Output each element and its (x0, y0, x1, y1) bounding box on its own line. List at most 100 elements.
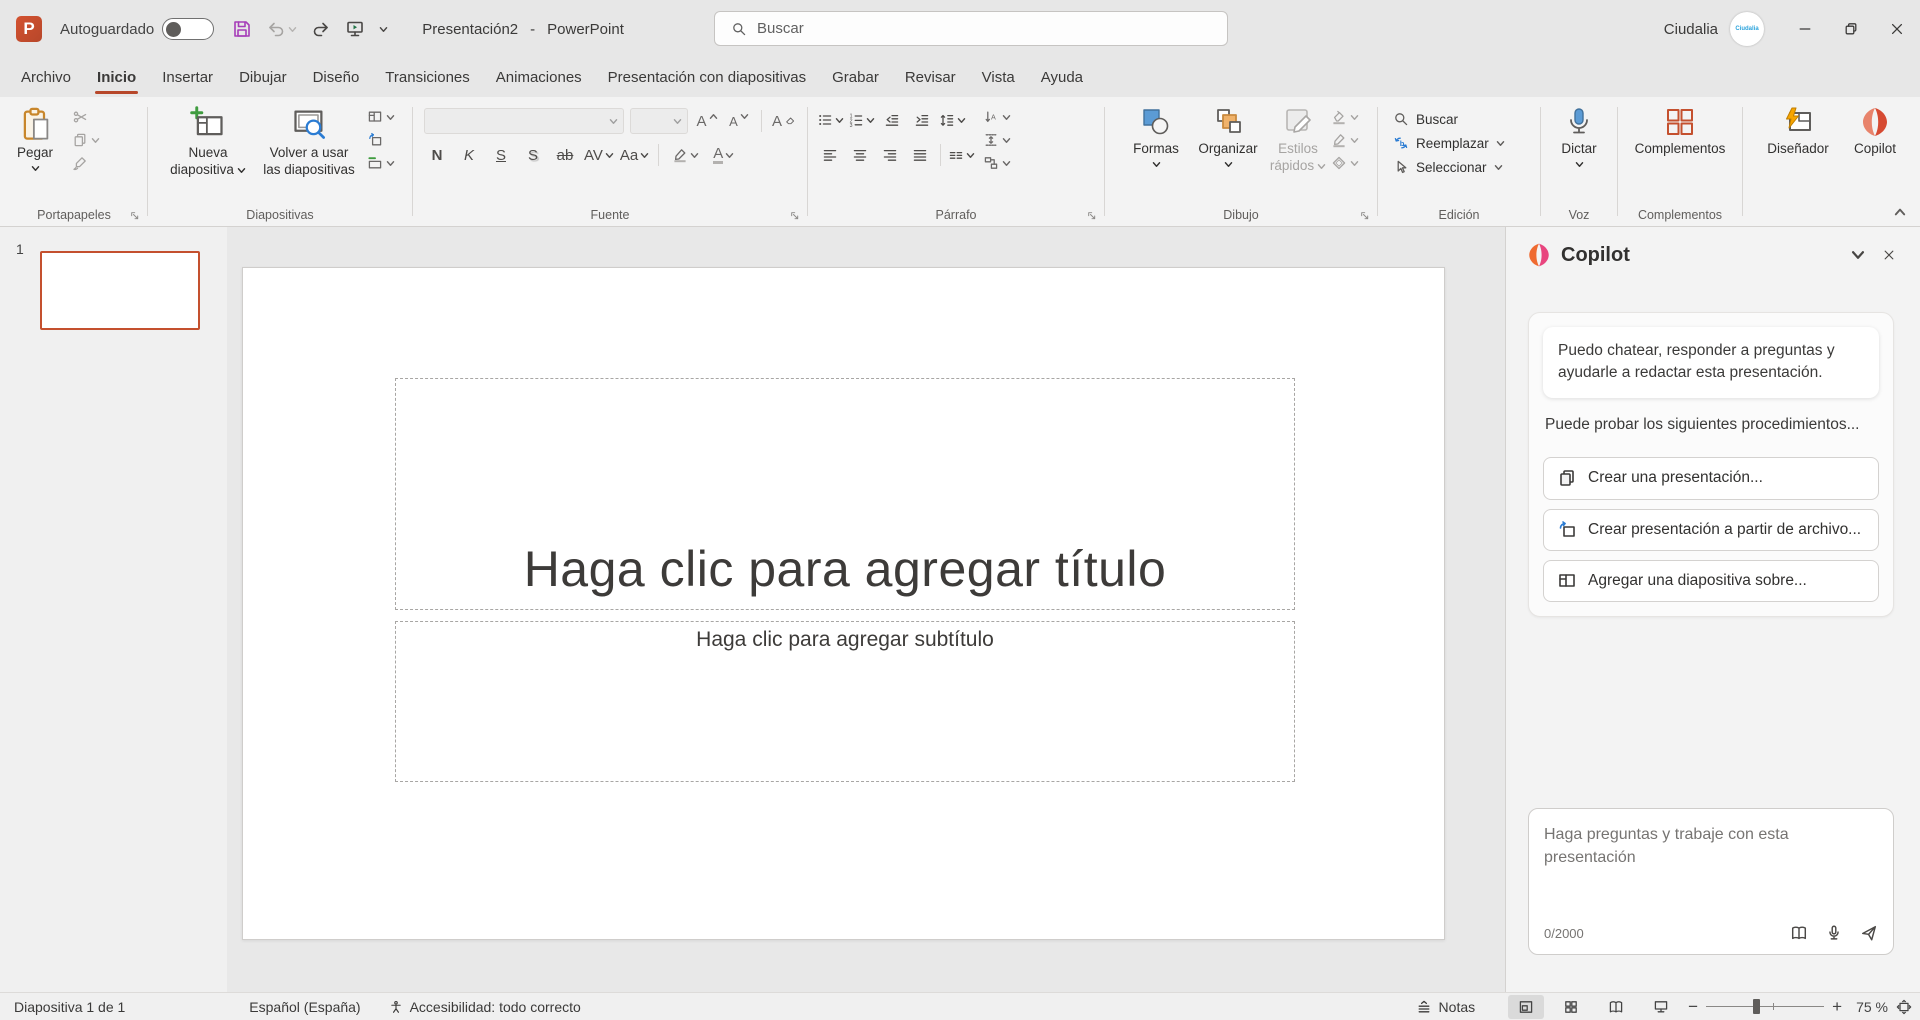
undo-button[interactable] (266, 19, 297, 39)
copilot-button[interactable]: Copilot (1844, 99, 1906, 158)
slide-thumbnail[interactable] (40, 251, 200, 330)
prompt-guide-button[interactable] (1790, 924, 1808, 942)
character-spacing-button[interactable]: AV (584, 143, 614, 167)
increase-font-size-button[interactable]: A (694, 109, 720, 133)
shape-outline-button[interactable] (1331, 132, 1359, 148)
reset-slide-button[interactable] (367, 132, 395, 148)
designer-button[interactable]: Diseñador (1756, 99, 1840, 158)
bullets-button[interactable] (817, 108, 844, 132)
collapse-ribbon-button[interactable] (1894, 206, 1906, 218)
copy-button[interactable] (72, 132, 100, 148)
title-placeholder[interactable]: Haga clic para agregar título (395, 378, 1295, 610)
tab-grabar[interactable]: Grabar (819, 58, 892, 97)
increase-indent-button[interactable] (909, 108, 935, 132)
paste-button[interactable]: Pegar (4, 99, 66, 172)
text-direction-button[interactable] (983, 109, 1011, 125)
underline-button[interactable]: S (488, 143, 514, 167)
redo-button[interactable] (311, 19, 331, 39)
dictate-button[interactable]: Dictar (1549, 99, 1609, 168)
language-indicator[interactable]: Español (España) (235, 999, 374, 1015)
reuse-slides-button[interactable]: Volver a usar las diapositivas (257, 99, 361, 179)
highlight-color-button[interactable] (668, 143, 703, 167)
zoom-slider[interactable] (1706, 999, 1825, 1014)
customize-toolbar-chevron-icon[interactable] (379, 26, 388, 33)
tab-dibujar[interactable]: Dibujar (226, 58, 300, 97)
powerpoint-logo-icon[interactable]: P (16, 16, 42, 42)
replace-button[interactable]: Reemplazar (1393, 135, 1505, 151)
drawing-dialog-launcher[interactable] (1359, 210, 1371, 222)
close-button[interactable] (1874, 0, 1920, 58)
font-color-button[interactable]: A (709, 143, 738, 167)
zoom-slider-thumb[interactable] (1753, 999, 1761, 1014)
font-size-select[interactable] (630, 108, 688, 134)
zoom-out-button[interactable]: − (1688, 997, 1698, 1017)
zoom-in-button[interactable]: + (1832, 997, 1842, 1017)
decrease-indent-button[interactable] (879, 108, 905, 132)
font-dialog-launcher[interactable] (789, 210, 801, 222)
slide-layout-button[interactable] (367, 109, 395, 125)
avatar[interactable]: Ciudalia (1730, 12, 1764, 46)
justify-button[interactable] (907, 143, 933, 167)
accessibility-indicator[interactable]: Accesibilidad: todo correcto (375, 999, 595, 1015)
reading-view-button[interactable] (1598, 995, 1634, 1019)
slide-indicator[interactable]: Diapositiva 1 de 1 (0, 999, 139, 1015)
bold-button[interactable]: N (424, 143, 450, 167)
line-spacing-button[interactable] (939, 108, 966, 132)
tab-ayuda[interactable]: Ayuda (1028, 58, 1096, 97)
suggestion-create-presentation[interactable]: Crear una presentación... (1543, 457, 1879, 500)
align-center-button[interactable] (847, 143, 873, 167)
decrease-font-size-button[interactable]: A (726, 109, 752, 133)
minimize-button[interactable] (1782, 0, 1828, 58)
convert-to-smartart-button[interactable] (983, 155, 1011, 171)
fit-slide-button[interactable] (1896, 999, 1912, 1015)
autosave-toggle[interactable] (162, 18, 215, 40)
select-button[interactable]: Seleccionar (1393, 159, 1505, 175)
strikethrough-button[interactable]: ab (552, 143, 578, 167)
sections-button[interactable] (367, 155, 395, 171)
align-left-button[interactable] (817, 143, 843, 167)
align-right-button[interactable] (877, 143, 903, 167)
tab-inicio[interactable]: Inicio (84, 58, 149, 97)
clipboard-dialog-launcher[interactable] (129, 210, 141, 222)
save-button[interactable] (232, 19, 252, 39)
search-input[interactable]: Buscar (714, 11, 1228, 46)
numbering-button[interactable] (848, 108, 875, 132)
change-case-button[interactable]: Aa (620, 143, 649, 167)
cut-button[interactable] (72, 109, 100, 125)
shape-fill-button[interactable] (1331, 109, 1359, 125)
tab-insertar[interactable]: Insertar (149, 58, 226, 97)
start-slideshow-button[interactable] (345, 19, 365, 39)
zoom-level[interactable]: 75 % (1850, 999, 1888, 1015)
restore-button[interactable] (1828, 0, 1874, 58)
paragraph-dialog-launcher[interactable] (1086, 210, 1098, 222)
shape-effects-button[interactable] (1331, 155, 1359, 171)
text-shadow-button[interactable]: S (520, 143, 546, 167)
tab-diseno[interactable]: Diseño (300, 58, 373, 97)
notes-button[interactable]: Notas (1402, 999, 1500, 1015)
suggestion-create-from-file[interactable]: Crear presentación a partir de archivo..… (1543, 508, 1879, 551)
subtitle-placeholder[interactable]: Haga clic para agregar subtítulo (395, 621, 1295, 782)
suggestion-add-slide[interactable]: Agregar una diapositiva sobre... (1543, 559, 1879, 602)
addins-button[interactable]: Complementos (1625, 99, 1735, 158)
copilot-close-button[interactable] (1878, 244, 1900, 266)
tab-transiciones[interactable]: Transiciones (372, 58, 482, 97)
new-slide-button[interactable]: Nueva diapositiva (165, 99, 251, 179)
arrange-button[interactable]: Organizar (1191, 99, 1265, 168)
tab-presentacion-con-diapositivas[interactable]: Presentación con diapositivas (595, 58, 819, 97)
columns-button[interactable] (948, 143, 975, 167)
format-painter-button[interactable] (72, 155, 100, 171)
send-button[interactable] (1860, 924, 1878, 942)
find-button[interactable]: Buscar (1393, 111, 1505, 127)
shapes-button[interactable]: Formas (1123, 99, 1189, 168)
voice-input-button[interactable] (1825, 924, 1843, 942)
tab-archivo[interactable]: Archivo (8, 58, 84, 97)
clear-formatting-button[interactable]: A (771, 109, 797, 133)
normal-view-button[interactable] (1508, 994, 1545, 1019)
tab-vista[interactable]: Vista (969, 58, 1028, 97)
copilot-input[interactable]: Haga preguntas y trabaje con esta presen… (1528, 808, 1894, 955)
slideshow-view-button[interactable] (1643, 995, 1679, 1019)
tab-revisar[interactable]: Revisar (892, 58, 969, 97)
tab-animaciones[interactable]: Animaciones (483, 58, 595, 97)
italic-button[interactable]: K (456, 143, 482, 167)
copilot-collapse-button[interactable] (1847, 244, 1869, 266)
